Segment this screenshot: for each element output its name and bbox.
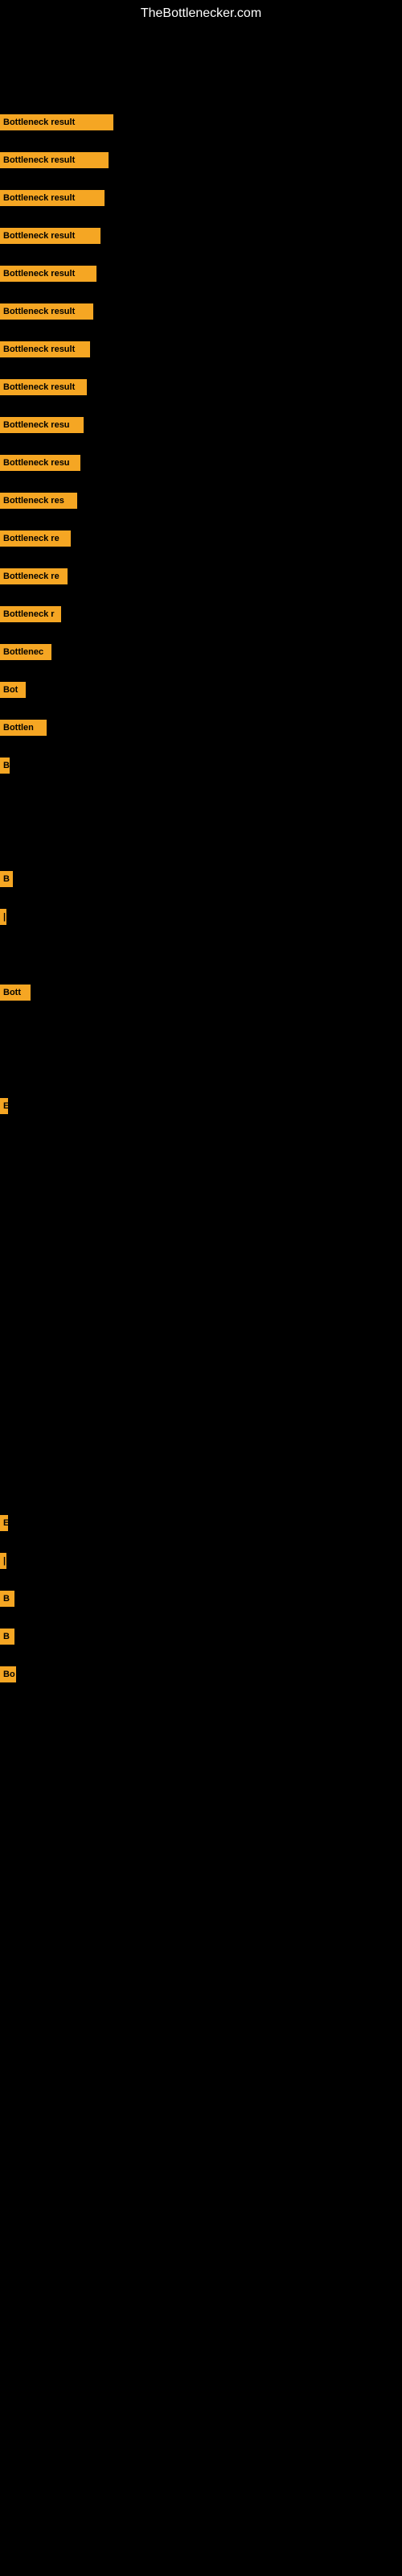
bottleneck-result-bar: Bottleneck result xyxy=(0,341,90,357)
bottleneck-result-bar: B xyxy=(0,1629,14,1645)
bottleneck-result-bar: Bottleneck resu xyxy=(0,417,84,433)
bottleneck-result-bar: | xyxy=(0,1553,6,1569)
bottleneck-result-bar: Bottleneck resu xyxy=(0,455,80,471)
bottleneck-result-bar: Bo xyxy=(0,1666,16,1682)
bottleneck-result-bar: Bottlenec xyxy=(0,644,51,660)
bottleneck-result-bar: | xyxy=(0,909,6,925)
bottleneck-result-bar: Bottleneck result xyxy=(0,228,100,244)
bottleneck-result-bar: Bottleneck result xyxy=(0,303,93,320)
bottleneck-result-bar: B xyxy=(0,1591,14,1607)
bottleneck-result-bar: Bott xyxy=(0,985,31,1001)
bottleneck-result-bar: Bottleneck result xyxy=(0,114,113,130)
bottleneck-result-bar: E xyxy=(0,1515,8,1531)
bottleneck-result-bar: Bottleneck re xyxy=(0,530,71,547)
bottleneck-result-bar: E xyxy=(0,1098,8,1114)
bottleneck-result-bar: Bottleneck res xyxy=(0,493,77,509)
bottleneck-result-bar: B xyxy=(0,871,13,887)
bottleneck-result-bar: Bottleneck r xyxy=(0,606,61,622)
bottleneck-result-bar: Bottleneck re xyxy=(0,568,68,584)
bottleneck-result-bar: Bottleneck result xyxy=(0,266,96,282)
bottleneck-result-bar: Bot xyxy=(0,682,26,698)
bottleneck-result-bar: Bottleneck result xyxy=(0,152,109,168)
bottleneck-result-bar: Bottleneck result xyxy=(0,190,105,206)
bottleneck-result-bar: Bottleneck result xyxy=(0,379,87,395)
bottleneck-result-bar: Bottlen xyxy=(0,720,47,736)
site-title: TheBottlenecker.com xyxy=(141,6,261,21)
bottleneck-result-bar: B xyxy=(0,758,10,774)
